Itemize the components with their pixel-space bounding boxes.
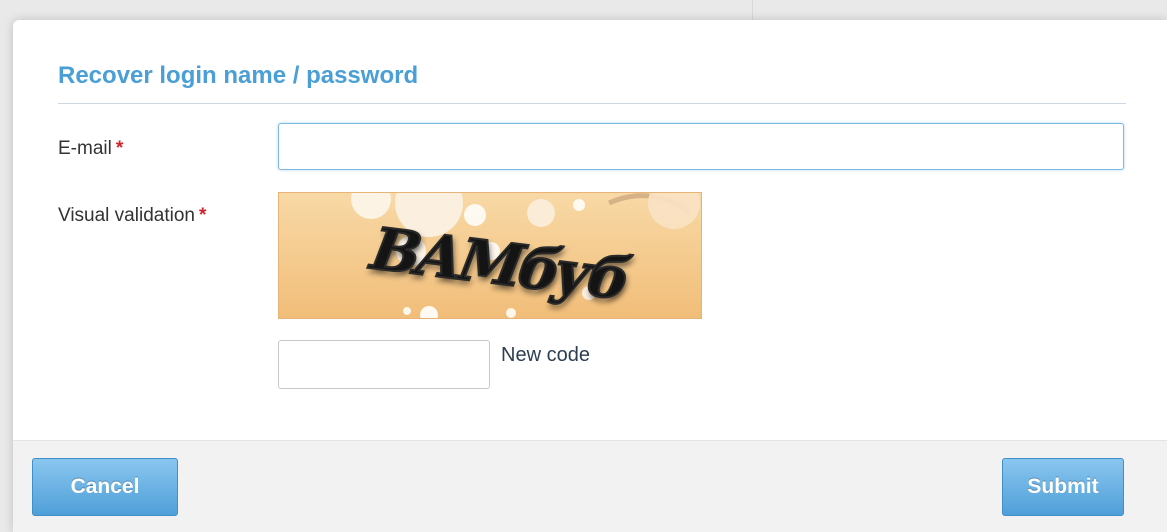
captcha-bubble — [506, 308, 516, 318]
title-divider — [58, 103, 1126, 104]
captcha-bubble — [527, 199, 555, 227]
cancel-button[interactable]: Cancel — [32, 458, 178, 516]
dialog-title: Recover login name / password — [58, 62, 419, 89]
visual-validation-label-text: Visual validation — [58, 205, 195, 226]
email-input[interactable] — [278, 123, 1124, 170]
email-label: E-mail * — [58, 138, 123, 160]
recover-credentials-dialog: Recover login name / password E-mail * Vi… — [13, 20, 1167, 532]
captcha-bubble — [403, 307, 411, 315]
background-divider — [752, 0, 753, 20]
new-code-link[interactable]: New code — [501, 344, 590, 367]
email-label-text: E-mail — [58, 138, 112, 159]
captcha-bubble — [464, 204, 486, 226]
captcha-code-input[interactable] — [278, 340, 490, 389]
captcha-bubble — [573, 199, 585, 211]
visual-validation-required-marker: * — [198, 205, 207, 226]
captcha-svg: BAMбуб BAMбуб — [279, 193, 701, 318]
email-required-marker: * — [115, 138, 124, 159]
visual-validation-label: Visual validation * — [58, 205, 206, 227]
dialog-footer: Cancel Submit — [13, 440, 1167, 532]
submit-button[interactable]: Submit — [1002, 458, 1124, 516]
captcha-image: BAMбуб BAMбуб — [278, 192, 702, 319]
